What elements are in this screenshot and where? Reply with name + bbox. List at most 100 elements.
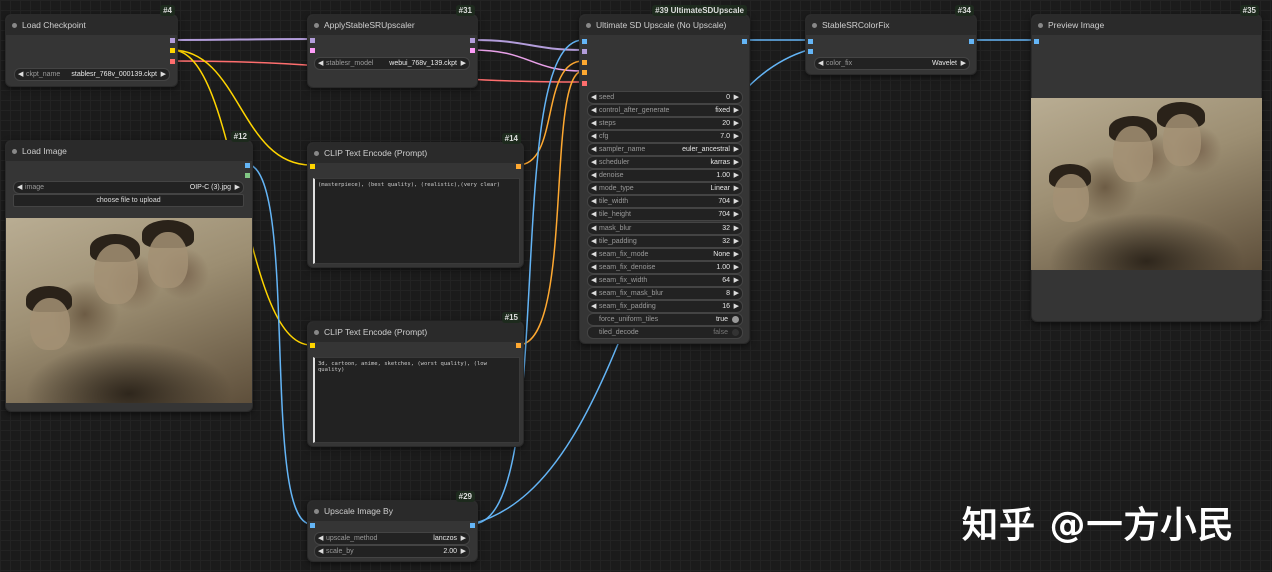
input-slot-latent[interactable] [310,48,315,53]
collapse-dot-icon[interactable] [12,23,17,28]
output-slot-model[interactable] [470,38,475,43]
arrow-right-icon[interactable]: ▶ [734,275,739,286]
widget-seam-fix-mode[interactable]: ◀ seam_fix_mode None ▶ [587,247,743,261]
node-upscale-image-by[interactable]: #29 Upscale Image By ◀ upscale_method la… [307,491,478,562]
node-header[interactable]: ApplyStableSRUpscaler [308,15,477,35]
widget-steps[interactable]: ◀ steps 20 ▶ [587,117,743,131]
node-apply-stablesr-upscaler[interactable]: #31 ApplyStableSRUpscaler ◀ stablesr_mod… [307,5,478,88]
widget-sampler-name[interactable]: ◀ sampler_name euler_ancestral ▶ [587,143,743,157]
node-header[interactable]: Load Image [6,141,252,161]
output-slot-latent[interactable] [470,48,475,53]
widget-tile-width[interactable]: ◀ tile_width 704 ▶ [587,195,743,209]
toggle-force-uniform-tiles[interactable]: force_uniform_tiles true [587,312,743,326]
widget-seam-fix-mask-blur[interactable]: ◀ seam_fix_mask_blur 8 ▶ [587,286,743,300]
output-slot-conditioning[interactable] [516,164,521,169]
arrow-right-icon[interactable]: ▶ [461,533,466,544]
output-slot-image[interactable] [245,163,250,168]
input-slot-negative[interactable] [582,70,587,75]
arrow-right-icon[interactable]: ▶ [734,288,739,299]
collapse-dot-icon[interactable] [314,330,319,335]
widget-tile-height[interactable]: ◀ tile_height 704 ▶ [587,208,743,222]
arrow-left-icon[interactable]: ◀ [17,182,22,193]
arrow-left-icon[interactable]: ◀ [591,236,596,247]
widget-mask-blur[interactable]: ◀ mask_blur 32 ▶ [587,221,743,235]
arrow-left-icon[interactable]: ◀ [318,58,323,69]
arrow-right-icon[interactable]: ▶ [461,58,466,69]
widget-mode-type[interactable]: ◀ mode_type Linear ▶ [587,182,743,196]
node-load-image[interactable]: #12 Load Image ◀ image OIP-C (3).jpg ▶ c… [5,131,253,412]
toggle-knob-icon[interactable] [732,315,739,323]
input-slot-image[interactable] [808,39,813,44]
arrow-left-icon[interactable]: ◀ [318,533,323,544]
collapse-dot-icon[interactable] [812,23,817,28]
node-header[interactable]: CLIP Text Encode (Prompt) [308,143,523,163]
arrow-left-icon[interactable]: ◀ [591,92,596,103]
arrow-right-icon[interactable]: ▶ [734,249,739,260]
arrow-right-icon[interactable]: ▶ [235,182,240,193]
upscale-method-combo[interactable]: ◀ upscale_method lanczos ▶ [314,532,470,545]
collapse-dot-icon[interactable] [314,509,319,514]
node-stablesr-colorfix[interactable]: #34 StableSRColorFix ◀ color_fix Wavelet… [805,5,977,75]
node-ultimate-sd-upscale[interactable]: #39 UltimateSDUpscale Ultimate SD Upscal… [579,5,750,344]
toggle-knob-icon[interactable] [732,328,739,336]
arrow-left-icon[interactable]: ◀ [591,170,596,181]
choose-file-button[interactable]: choose file to upload [13,194,244,207]
widget-seed[interactable]: ◀ seed 0 ▶ [587,91,743,104]
arrow-right-icon[interactable]: ▶ [734,118,739,129]
arrow-right-icon[interactable]: ▶ [734,170,739,181]
output-slot-image[interactable] [969,39,974,44]
input-slot-vae[interactable] [582,81,587,86]
stablesr-model-combo[interactable]: ◀ stablesr_model webui_768v_139.ckpt ▶ [314,57,470,70]
input-slot-clip[interactable] [310,343,315,348]
collapse-dot-icon[interactable] [314,151,319,156]
arrow-right-icon[interactable]: ▶ [734,144,739,155]
input-slot-images[interactable] [1034,39,1039,44]
output-slot-conditioning[interactable] [516,343,521,348]
arrow-right-icon[interactable]: ▶ [161,69,166,80]
node-header[interactable]: CLIP Text Encode (Prompt) [308,322,523,342]
scale-by-number[interactable]: ◀ scale_by 2.00 ▶ [314,545,470,558]
arrow-left-icon[interactable]: ◀ [591,183,596,194]
input-slot-positive[interactable] [582,60,587,65]
arrow-left-icon[interactable]: ◀ [591,262,596,273]
arrow-left-icon[interactable]: ◀ [591,275,596,286]
arrow-right-icon[interactable]: ▶ [734,157,739,168]
widget-denoise[interactable]: ◀ denoise 1.00 ▶ [587,169,743,183]
output-slot-vae[interactable] [170,59,175,64]
node-clip-text-encode-positive[interactable]: #14 CLIP Text Encode (Prompt) (masterpie… [307,133,524,268]
image-combo[interactable]: ◀ image OIP-C (3).jpg ▶ [13,181,244,194]
arrow-right-icon[interactable]: ▶ [734,92,739,103]
node-header[interactable]: StableSRColorFix [806,15,976,35]
arrow-left-icon[interactable]: ◀ [591,105,596,116]
widget-tile-padding[interactable]: ◀ tile_padding 32 ▶ [587,234,743,248]
collapse-dot-icon[interactable] [586,23,591,28]
collapse-dot-icon[interactable] [314,23,319,28]
arrow-left-icon[interactable]: ◀ [591,157,596,168]
arrow-left-icon[interactable]: ◀ [591,209,596,220]
output-slot-image[interactable] [742,39,747,44]
toggle-tiled-decode[interactable]: tiled_decode false [587,325,743,339]
ckpt-name-combo[interactable]: ◀ ckpt_name stablesr_768v_000139.ckpt ▶ [14,68,170,81]
input-slot-image[interactable] [310,523,315,528]
arrow-right-icon[interactable]: ▶ [734,262,739,273]
output-slot-model[interactable] [170,38,175,43]
widget-seam-fix-width[interactable]: ◀ seam_fix_width 64 ▶ [587,273,743,287]
arrow-right-icon[interactable]: ▶ [734,131,739,142]
input-slot-image[interactable] [582,39,587,44]
node-header[interactable]: Upscale Image By [308,501,477,521]
prompt-textarea[interactable]: (masterpiece), (best quality), (realisti… [313,178,520,264]
widget-scheduler[interactable]: ◀ scheduler karras ▶ [587,156,743,170]
arrow-right-icon[interactable]: ▶ [734,301,739,312]
prompt-textarea[interactable]: 3d, cartoon, anime, sketches, (worst qua… [313,357,520,443]
arrow-left-icon[interactable]: ◀ [591,118,596,129]
arrow-left-icon[interactable]: ◀ [591,288,596,299]
widget-seam-fix-padding[interactable]: ◀ seam_fix_padding 16 ▶ [587,299,743,313]
node-header[interactable]: Ultimate SD Upscale (No Upscale) [580,15,749,35]
collapse-dot-icon[interactable] [12,149,17,154]
output-slot-image[interactable] [470,523,475,528]
arrow-right-icon[interactable]: ▶ [734,105,739,116]
input-slot-color-map-image[interactable] [808,49,813,54]
output-slot-clip[interactable] [170,48,175,53]
output-slot-mask[interactable] [245,173,250,178]
input-slot-clip[interactable] [310,164,315,169]
